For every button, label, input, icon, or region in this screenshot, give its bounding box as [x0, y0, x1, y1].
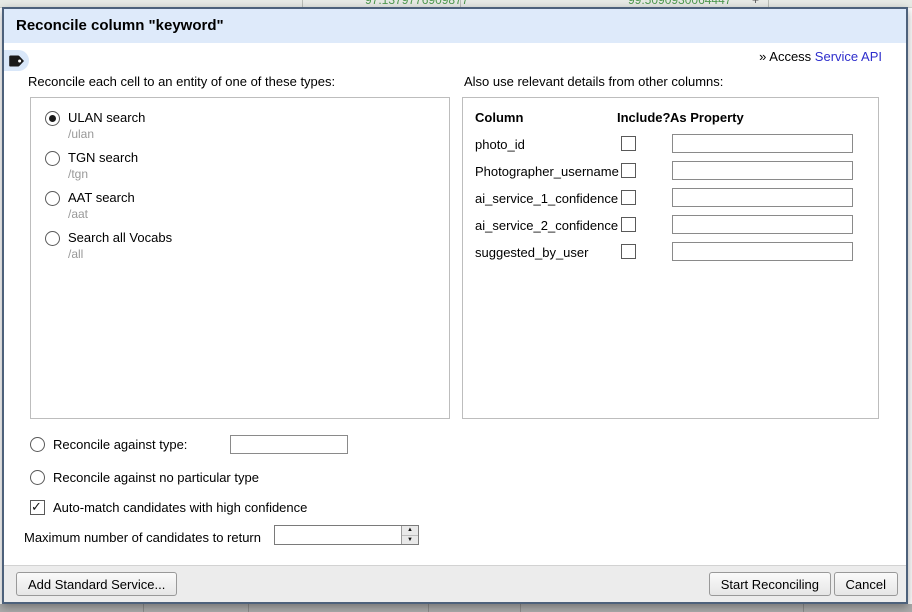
table-column-divider [428, 604, 429, 612]
automatch-label: Auto-match candidates with high confiden… [53, 500, 307, 515]
type-option-tgn[interactable]: TGN search /tgn [45, 149, 449, 182]
automatch-option[interactable]: Auto-match candidates with high confiden… [30, 500, 307, 515]
radio-button[interactable] [45, 231, 60, 246]
dialog-title: Reconcile column "keyword" [4, 9, 906, 43]
type-option-aat[interactable]: AAT search /aat [45, 189, 449, 222]
table-column-divider [460, 0, 461, 7]
include-checkbox[interactable] [621, 217, 636, 232]
stepper-down-icon[interactable]: ▼ [402, 536, 418, 545]
right-section-label: Also use relevant details from other col… [464, 74, 723, 89]
type-id: /aat [68, 206, 135, 222]
header-column: Column [475, 110, 523, 125]
background-cell-value: 97.1379776909877 [365, 0, 468, 7]
table-row: photo_id [463, 134, 878, 161]
include-checkbox[interactable] [621, 136, 636, 151]
radio-button[interactable] [45, 191, 60, 206]
cancel-button[interactable]: Cancel [834, 572, 898, 596]
reconcile-dialog: Reconcile column "keyword" » Access Serv… [2, 7, 908, 604]
start-reconciling-button[interactable]: Start Reconciling [709, 572, 831, 596]
access-prefix: » Access [759, 49, 815, 64]
table-column-divider [248, 604, 249, 612]
no-particular-type-option[interactable]: Reconcile against no particular type [30, 470, 259, 485]
automatch-checkbox[interactable] [30, 500, 45, 515]
other-columns-panel: Column Include? As Property photo_id Pho… [462, 97, 879, 419]
type-option-ulan[interactable]: ULAN search /ulan [45, 109, 449, 142]
stepper-buttons: ▲ ▼ [401, 526, 418, 544]
radio-button[interactable] [45, 111, 60, 126]
type-id: /ulan [68, 126, 145, 142]
left-section-label: Reconcile each cell to an entity of one … [28, 74, 335, 89]
max-candidates-stepper: ▲ ▼ [274, 525, 419, 545]
type-option-all[interactable]: Search all Vocabs /all [45, 229, 449, 262]
radio-button[interactable] [30, 437, 45, 452]
type-id: /tgn [68, 166, 138, 182]
as-property-input[interactable] [672, 134, 853, 153]
column-name: photo_id [475, 137, 525, 152]
include-checkbox[interactable] [621, 163, 636, 178]
column-name: ai_service_1_confidence [475, 191, 618, 206]
table-column-divider [768, 0, 769, 7]
stepper-up-icon[interactable]: ▲ [402, 526, 418, 536]
tag-icon [9, 54, 25, 68]
against-type-input[interactable] [230, 435, 348, 454]
access-service-api: » Access Service API [759, 49, 882, 64]
header-include: Include? [617, 110, 670, 125]
as-property-input[interactable] [672, 161, 853, 180]
header-as-property: As Property [670, 110, 744, 125]
no-type-label: Reconcile against no particular type [53, 470, 259, 485]
reconcile-against-type-option[interactable]: Reconcile against type: [30, 437, 187, 452]
dialog-footer: Add Standard Service... Start Reconcilin… [4, 565, 906, 602]
background-table-bottom-row [0, 604, 912, 612]
radio-button[interactable] [30, 470, 45, 485]
as-property-input[interactable] [672, 242, 853, 261]
columns-table-header: Column Include? As Property [463, 110, 878, 134]
column-name: Photographer_username [475, 164, 619, 179]
radio-button[interactable] [45, 151, 60, 166]
column-name: ai_service_2_confidence [475, 218, 618, 233]
type-name: AAT search [68, 189, 135, 206]
add-standard-service-button[interactable]: Add Standard Service... [16, 572, 177, 596]
table-column-divider [302, 0, 303, 7]
type-name: Search all Vocabs [68, 229, 172, 246]
type-name: ULAN search [68, 109, 145, 126]
column-name: suggested_by_user [475, 245, 588, 260]
service-api-link[interactable]: Service API [815, 49, 882, 64]
as-property-input[interactable] [672, 215, 853, 234]
table-row: Photographer_username [463, 161, 878, 188]
against-type-label: Reconcile against type: [53, 437, 187, 452]
include-checkbox[interactable] [621, 190, 636, 205]
background-cell-value: + [752, 0, 759, 7]
max-candidates-label: Maximum number of candidates to return [24, 530, 261, 545]
reconcile-tag-tab [4, 50, 29, 71]
table-column-divider [143, 604, 144, 612]
background-cell-value: 99.5090930064447 [628, 0, 731, 7]
include-checkbox[interactable] [621, 244, 636, 259]
type-id: /all [68, 246, 172, 262]
max-candidates-input[interactable] [275, 526, 401, 544]
table-row: ai_service_1_confidence [463, 188, 878, 215]
table-column-divider [803, 604, 804, 612]
as-property-input[interactable] [672, 188, 853, 207]
table-column-divider [520, 604, 521, 612]
table-row: suggested_by_user [463, 242, 878, 269]
reconcile-types-panel: ULAN search /ulan TGN search /tgn AAT se… [30, 97, 450, 419]
type-name: TGN search [68, 149, 138, 166]
table-row: ai_service_2_confidence [463, 215, 878, 242]
